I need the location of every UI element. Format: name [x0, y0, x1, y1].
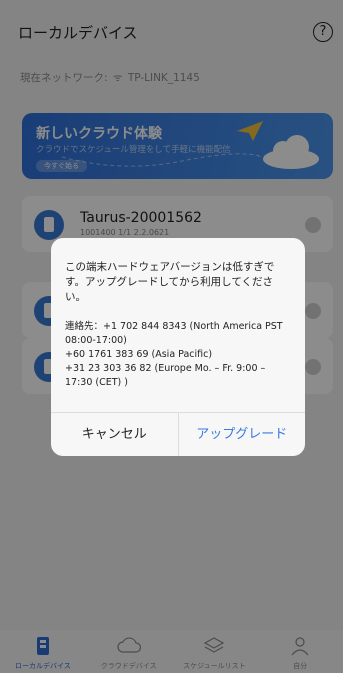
contact-north-america: 連絡先：+1 702 844 8343 (North America PST 0… [65, 321, 283, 346]
upgrade-button[interactable]: アップグレード [179, 413, 306, 456]
contact-asia-pacific: +60 1761 383 69 (Asia Pacific) [65, 349, 213, 360]
dialog-contact-info: 連絡先：+1 702 844 8343 (North America PST 0… [65, 320, 295, 390]
cancel-button[interactable]: キャンセル [51, 413, 179, 456]
app-screen: ローカルデバイス ? 現在ネットワーク: ᯤ TP-LINK_1145 新しいク… [0, 0, 343, 673]
contact-europe: +31 23 303 36 82 (Europe Mo. – Fr. 9:00 … [65, 363, 266, 388]
dialog-message: この端末ハードウェアバージョンは低すぎです。アップグレードしてから利用してくださ… [65, 261, 275, 303]
dialog-actions: キャンセル アップグレード [51, 412, 305, 456]
upgrade-dialog: この端末ハードウェアバージョンは低すぎです。アップグレードしてから利用してくださ… [51, 238, 305, 456]
